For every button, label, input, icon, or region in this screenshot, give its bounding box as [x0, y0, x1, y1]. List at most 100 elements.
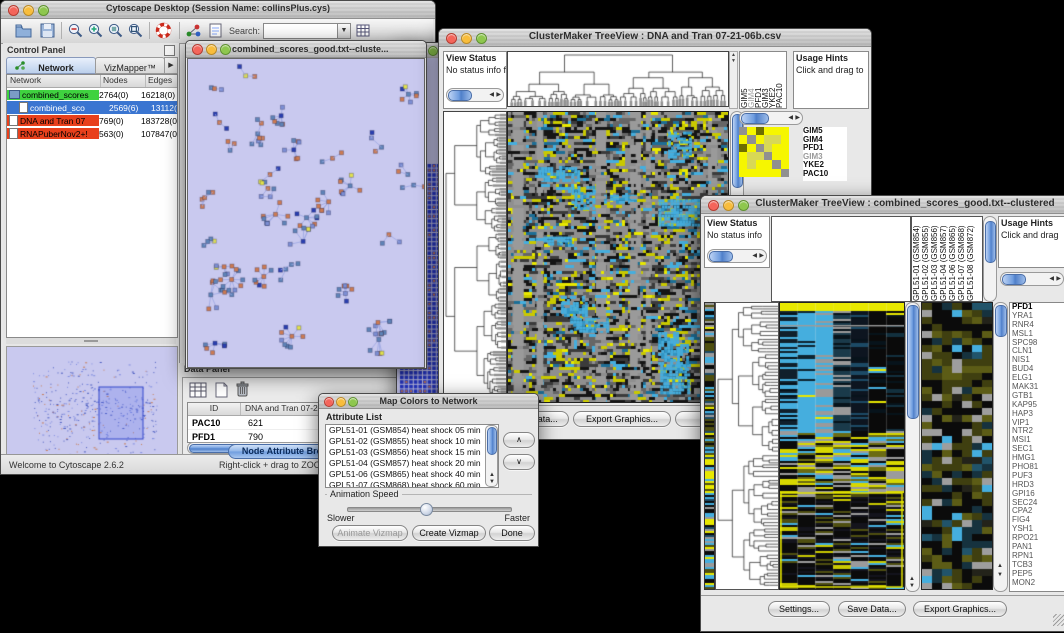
done-button[interactable]: Done: [489, 525, 535, 541]
tv1-detail-matrix[interactable]: [739, 127, 789, 177]
col-header-network[interactable]: Network: [7, 75, 101, 87]
tv2-column-tree-area[interactable]: [771, 216, 911, 302]
rotated-column-label[interactable]: GIM3: [761, 52, 768, 108]
main-titlebar[interactable]: Cytoscape Desktop (Session Name: collins…: [1, 1, 435, 19]
move-up-button[interactable]: ∧: [503, 432, 535, 448]
open-session-icon[interactable]: [15, 22, 32, 39]
animate-vizmap-button[interactable]: Animate Vizmap: [332, 525, 408, 541]
attribute-item[interactable]: GPL51-02 (GSM855) heat shock 10 min: [326, 436, 498, 447]
zoom-button[interactable]: [428, 46, 438, 56]
zoom-selected-icon[interactable]: [107, 22, 124, 39]
tv2-row-dendrogram[interactable]: [715, 302, 779, 590]
select-attributes-icon[interactable]: [189, 382, 207, 398]
attribute-item[interactable]: GPL51-04 (GSM857) heat shock 20 min: [326, 458, 498, 469]
attribute-item[interactable]: GPL51-01 (GSM854) heat shock 05 min: [326, 425, 498, 436]
tv2-detail-heatmap-canvas[interactable]: [921, 302, 993, 590]
resize-grip[interactable]: [1053, 614, 1064, 626]
tab-overflow-button[interactable]: ▶: [164, 57, 178, 74]
tv1-row-dendrogram[interactable]: [443, 111, 507, 403]
rotated-column-label[interactable]: GIM5: [740, 52, 747, 108]
document-icon: [9, 128, 18, 139]
col-header-edges[interactable]: Edges: [146, 75, 177, 87]
matrix-cell: [781, 144, 789, 152]
treeview2-title: ClusterMaker TreeView : combined_scores_…: [749, 198, 1061, 209]
tv2-collabel-vscrollbar[interactable]: [983, 216, 997, 302]
move-down-button[interactable]: ∨: [503, 454, 535, 470]
rotated-column-label[interactable]: GPL51-06 (GSM865): [948, 217, 957, 301]
view-status-hscrollbar[interactable]: ◀▶: [707, 249, 767, 263]
rotated-column-label[interactable]: GPL51-03 (GSM856): [930, 217, 939, 301]
network-row[interactable]: RNAPuberNov2+!563(0)107847(0): [7, 127, 177, 140]
rotated-column-label[interactable]: GPL51-07 (GSM868): [957, 217, 966, 301]
animation-speed-slider[interactable]: [347, 507, 512, 512]
close-button[interactable]: [192, 44, 203, 55]
close-button[interactable]: [708, 200, 719, 211]
help-lifesaver-icon[interactable]: [155, 22, 172, 39]
panel-splitter[interactable]: [6, 338, 176, 344]
network-row[interactable]: combined_sco2569(6)13112(15): [7, 101, 177, 114]
zoom-fit-icon[interactable]: [127, 22, 144, 39]
tv1-column-dendrogram[interactable]: [507, 51, 729, 107]
rotated-column-label[interactable]: PAC10: [775, 52, 782, 108]
rotated-column-label[interactable]: GPL51-08 (GSM872): [966, 217, 975, 301]
data-col-id[interactable]: ID: [188, 403, 241, 415]
tv1-export-graphics-button[interactable]: Export Graphics...: [573, 411, 671, 427]
attribute-item[interactable]: GPL51-07 (GSM868) heat shock 60 min: [326, 480, 498, 488]
save-session-icon[interactable]: [39, 22, 56, 39]
create-vizmap-button[interactable]: Create Vizmap: [412, 525, 486, 541]
attribute-list-vscrollbar[interactable]: ▲▼: [485, 425, 498, 487]
birdseye-view-canvas[interactable]: [6, 346, 178, 456]
zoom-button[interactable]: [738, 200, 749, 211]
annotation-icon[interactable]: [207, 22, 224, 39]
matrix-cell: [756, 144, 764, 152]
float-panel-icon[interactable]: [164, 45, 175, 56]
slider-thumb[interactable]: [420, 503, 433, 516]
matrix-cell: [747, 127, 755, 135]
rotated-column-label[interactable]: YKE2: [768, 52, 775, 108]
delete-attribute-trash-icon[interactable]: [235, 381, 250, 398]
network-row[interactable]: combined_scores2764(0)16218(0): [7, 88, 177, 101]
rotated-column-label[interactable]: GPL51-02 (GSM855): [921, 217, 930, 301]
rotated-column-label[interactable]: GPL51-01 (GSM854): [912, 217, 921, 301]
matrix-row-label[interactable]: PAC10: [803, 170, 847, 179]
rotated-column-label[interactable]: GPL51-04 (GSM857): [939, 217, 948, 301]
zoom-out-icon[interactable]: [67, 22, 84, 39]
minimize-button[interactable]: [723, 200, 734, 211]
attribute-item[interactable]: GPL51-06 (GSM865) heat shock 40 min: [326, 469, 498, 480]
search-dropdown-button[interactable]: ▼: [337, 23, 351, 39]
search-input[interactable]: [263, 23, 339, 39]
tv1-col-mini-scroll[interactable]: ▲▼: [729, 51, 738, 109]
rotated-column-label[interactable]: GIM4: [747, 52, 754, 108]
gene-label[interactable]: MON2: [1010, 579, 1064, 588]
tv2-global-strip-canvas[interactable]: [704, 302, 715, 590]
tab-network[interactable]: Network: [6, 57, 96, 74]
control-panel-title: Control Panel: [7, 45, 66, 56]
attribute-list-label: Attribute List: [326, 412, 382, 423]
tv2-export-graphics-button[interactable]: Export Graphics...: [913, 601, 1007, 617]
tv1-detail-hscrollbar[interactable]: ◀▶: [739, 111, 803, 125]
tv2-heatmap-vscrollbar[interactable]: ▲▼: [905, 302, 920, 592]
tab-vizmapper[interactable]: VizMapper™: [95, 57, 165, 74]
col-header-nodes[interactable]: Nodes: [101, 75, 146, 87]
zoom-in-icon[interactable]: [87, 22, 104, 39]
rotated-column-label[interactable]: PFD1: [754, 52, 761, 108]
attribute-item[interactable]: GPL51-03 (GSM856) heat shock 15 min: [326, 447, 498, 458]
vizmapper-nodes-icon[interactable]: [185, 22, 202, 39]
matrix-cell: [747, 169, 755, 177]
tv2-settings-button[interactable]: Settings...: [768, 601, 830, 617]
matrix-cell: [764, 144, 772, 152]
tv2-heatmap-canvas[interactable]: [779, 302, 905, 590]
network-row[interactable]: DNA and Tran 07769(0)183728(0): [7, 114, 177, 127]
view-status-hscrollbar[interactable]: ◀▶: [446, 88, 504, 102]
matrix-cell: [739, 160, 747, 168]
attribute-browser-icon[interactable]: [355, 22, 372, 39]
tv1-heatmap-canvas[interactable]: [507, 111, 729, 403]
tv2-detail-vscrollbar[interactable]: ▲▼: [993, 302, 1008, 592]
minimize-button[interactable]: [206, 44, 217, 55]
tv2-usage-hscrollbar[interactable]: ◀▶: [1000, 272, 1064, 286]
zoom-button[interactable]: [220, 44, 231, 55]
network-view-canvas[interactable]: [187, 58, 425, 368]
tv2-save-data-button[interactable]: Save Data...: [838, 601, 906, 617]
network-table-rows: combined_scores2764(0)16218(0)combined_s…: [7, 88, 177, 140]
new-attribute-icon[interactable]: [213, 382, 229, 398]
